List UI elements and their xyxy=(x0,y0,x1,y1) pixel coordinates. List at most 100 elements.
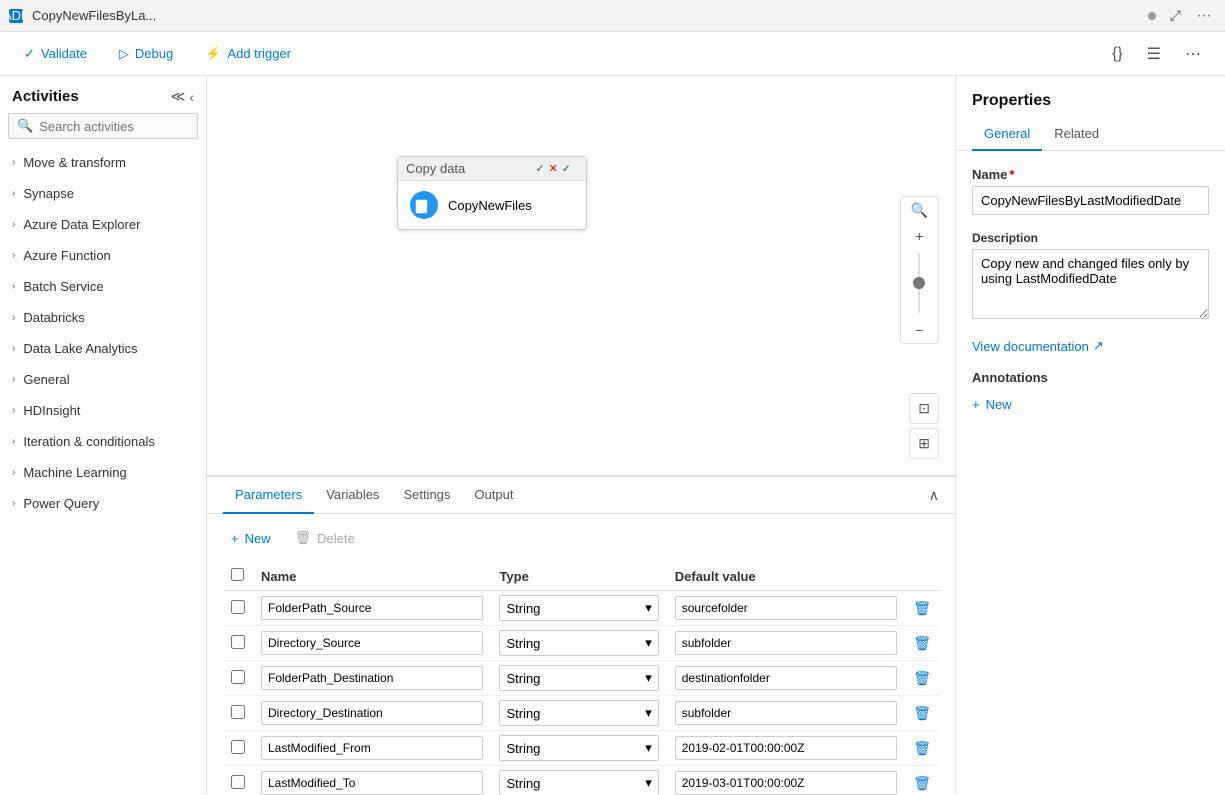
col-type: Type xyxy=(491,562,666,591)
row-checkbox[interactable] xyxy=(231,670,245,684)
new-annotation-button[interactable]: + New xyxy=(972,393,1012,416)
param-name-input[interactable] xyxy=(261,771,483,795)
param-name-input[interactable] xyxy=(261,631,483,655)
bottom-tab-parameters[interactable]: Parameters xyxy=(223,477,314,514)
node-check-button[interactable]: ✓ xyxy=(534,161,545,176)
chevron-icon: › xyxy=(12,467,15,478)
default-value-input[interactable] xyxy=(675,631,897,655)
sidebar-item-synapse[interactable]: ›Synapse xyxy=(0,178,206,209)
expand-button[interactable]: ⤢ xyxy=(1164,5,1187,26)
debug-button[interactable]: ▷ Debug xyxy=(111,42,181,66)
delete-row-button[interactable]: 🗑 xyxy=(913,705,931,722)
bottom-collapse-button[interactable]: ∧ xyxy=(929,487,939,504)
new-label: New xyxy=(245,531,271,546)
row-checkbox[interactable] xyxy=(231,705,245,719)
row-checkbox[interactable] xyxy=(231,600,245,614)
default-value-input[interactable] xyxy=(675,701,897,725)
row-checkbox[interactable] xyxy=(231,635,245,649)
sidebar-item-move-and-transform[interactable]: ›Move & transform xyxy=(0,147,206,178)
sidebar-header: Activities ≪ ‹ xyxy=(0,76,206,113)
type-select[interactable]: String ▾ xyxy=(499,630,658,656)
fit-view-button[interactable]: ⊡ xyxy=(909,393,939,424)
activity-node-header: Copy data ✓ ✕ ✓ xyxy=(398,157,586,181)
activity-node[interactable]: Copy data ✓ ✕ ✓ ⇒ Copy xyxy=(397,156,587,230)
code-button[interactable]: {} xyxy=(1104,40,1131,68)
chevron-icon: › xyxy=(12,219,15,230)
col-name: Name xyxy=(253,562,491,591)
delete-param-button[interactable]: 🗑 Delete xyxy=(287,526,363,550)
bottom-tab-settings[interactable]: Settings xyxy=(391,477,462,514)
chevron-icon: › xyxy=(12,498,15,509)
sidebar-item-databricks[interactable]: ›Databricks xyxy=(0,302,206,333)
param-name-input[interactable] xyxy=(261,666,483,690)
validate-button[interactable]: ✓ Validate xyxy=(16,42,95,66)
node-close-button[interactable]: ✕ xyxy=(548,161,559,176)
annotations-field: Annotations + New xyxy=(972,370,1209,416)
delete-row-button[interactable]: 🗑 xyxy=(913,670,931,687)
bottom-tab-output[interactable]: Output xyxy=(462,477,525,514)
default-value-input[interactable] xyxy=(675,736,897,760)
search-input[interactable] xyxy=(39,119,207,134)
type-select[interactable]: String ▾ xyxy=(499,665,658,691)
chevron-icon: › xyxy=(12,312,15,323)
description-textarea[interactable] xyxy=(972,249,1209,319)
default-value-input[interactable] xyxy=(675,666,897,690)
sidebar-item-label: General xyxy=(23,372,69,387)
new-param-button[interactable]: + New xyxy=(223,526,279,550)
view-documentation-link[interactable]: View documentation ↗ xyxy=(972,338,1209,354)
delete-label: Delete xyxy=(317,531,355,546)
sidebar-item-data-lake-analytics[interactable]: ›Data Lake Analytics xyxy=(0,333,206,364)
type-select[interactable]: String ▾ xyxy=(499,595,658,621)
more-button[interactable]: ⋯ xyxy=(1191,5,1217,26)
svg-text:ADF: ADF xyxy=(8,8,24,23)
delete-row-button[interactable]: 🗑 xyxy=(913,775,931,792)
type-select[interactable]: String ▾ xyxy=(499,735,658,761)
collapse-arrow-button[interactable]: ‹ xyxy=(189,88,194,105)
props-tab-related[interactable]: Related xyxy=(1042,118,1111,151)
default-value-input[interactable] xyxy=(675,771,897,795)
sidebar-item-hdinsight[interactable]: ›HDInsight xyxy=(0,395,206,426)
chevron-icon: › xyxy=(12,374,15,385)
delete-row-button[interactable]: 🗑 xyxy=(913,635,931,652)
type-select[interactable]: String ▾ xyxy=(499,770,658,795)
sidebar-item-general[interactable]: › General xyxy=(0,364,206,395)
sidebar-item-machine-learning[interactable]: ›Machine Learning xyxy=(0,457,206,488)
properties-panel: Properties GeneralRelated Name* Descript… xyxy=(955,76,1225,795)
type-select[interactable]: String ▾ xyxy=(499,700,658,726)
type-value: String xyxy=(506,776,540,791)
sidebar-item-power-query[interactable]: ›Power Query xyxy=(0,488,206,519)
grid-view-button[interactable]: ⊞ xyxy=(909,428,939,459)
validate-label: Validate xyxy=(41,46,87,61)
view-doc-label: View documentation xyxy=(972,339,1089,354)
props-tab-general[interactable]: General xyxy=(972,118,1042,151)
collapse-left-button[interactable]: ≪ xyxy=(171,88,186,105)
chevron-down-icon: ▾ xyxy=(645,775,652,791)
bottom-tab-variables[interactable]: Variables xyxy=(314,477,391,514)
name-input[interactable] xyxy=(972,186,1209,215)
sidebar-item-azure-function[interactable]: ›Azure Function xyxy=(0,240,206,271)
params-table: Name Type Default value String ▾ 🗑 xyxy=(223,562,939,795)
row-checkbox[interactable] xyxy=(231,740,245,754)
zoom-slider-thumb xyxy=(913,277,925,289)
select-all-checkbox[interactable] xyxy=(231,568,244,581)
sidebar-item-azure-data-explorer[interactable]: ›Azure Data Explorer xyxy=(0,209,206,240)
list-button[interactable]: ☰ xyxy=(1139,40,1169,68)
delete-row-button[interactable]: 🗑 xyxy=(913,600,931,617)
zoom-in-button[interactable]: + xyxy=(905,223,933,249)
param-name-input[interactable] xyxy=(261,736,483,760)
sidebar-item-label: Iteration & conditionals xyxy=(23,434,155,449)
param-name-input[interactable] xyxy=(261,701,483,725)
delete-row-button[interactable]: 🗑 xyxy=(913,740,931,757)
more-options-button[interactable]: ⋯ xyxy=(1177,40,1209,68)
chevron-down-icon: ▾ xyxy=(645,740,652,756)
default-value-input[interactable] xyxy=(675,596,897,620)
sidebar-item-iteration-and-conditionals[interactable]: ›Iteration & conditionals xyxy=(0,426,206,457)
search-canvas-button[interactable]: 🔍 xyxy=(901,197,938,223)
row-checkbox[interactable] xyxy=(231,775,245,789)
param-name-input[interactable] xyxy=(261,596,483,620)
sidebar-item-batch-service[interactable]: ›Batch Service xyxy=(0,271,206,302)
add-trigger-button[interactable]: ⚡ Add trigger xyxy=(197,42,299,66)
zoom-out-button[interactable]: − xyxy=(905,317,933,343)
node-check2-button[interactable]: ✓ xyxy=(561,161,572,176)
table-row: String ▾ 🗑 xyxy=(223,591,939,626)
